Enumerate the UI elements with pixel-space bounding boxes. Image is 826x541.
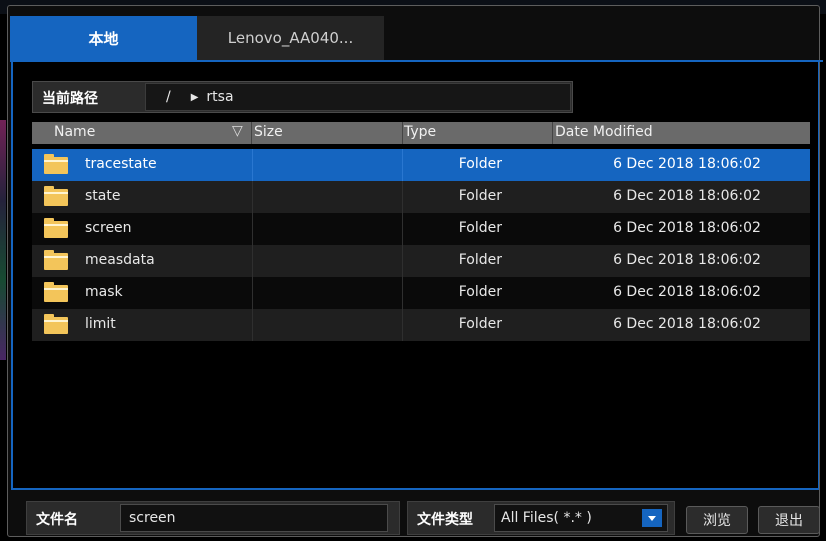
exit-button[interactable]: 退出 — [758, 506, 820, 534]
chevron-down-icon[interactable] — [642, 509, 662, 527]
tab-usb-device[interactable]: Lenovo_AA040... — [197, 16, 384, 60]
column-divider — [402, 122, 403, 144]
row-name: limit — [85, 316, 116, 332]
column-divider — [252, 309, 253, 341]
row-type: Folder — [458, 252, 502, 268]
column-divider — [252, 277, 253, 309]
column-divider — [252, 245, 253, 277]
row-type: Folder — [458, 316, 502, 332]
folder-icon — [44, 314, 68, 334]
tab-bar: 本地 Lenovo_AA040... — [10, 16, 384, 60]
column-divider — [251, 122, 252, 144]
folder-icon — [44, 250, 68, 270]
folder-icon — [44, 186, 68, 206]
column-divider — [402, 213, 403, 245]
path-root-separator[interactable]: / — [166, 89, 171, 105]
column-header-type[interactable]: Type — [404, 124, 436, 140]
column-divider — [252, 213, 253, 245]
row-type: Folder — [458, 220, 502, 236]
folder-icon — [44, 218, 68, 238]
filetype-bar: 文件类型 All Files( *.* ) — [407, 501, 675, 535]
folder-icon — [44, 154, 68, 174]
row-name: mask — [85, 284, 123, 300]
filename-label: 文件名 — [36, 512, 78, 528]
row-type: Folder — [458, 284, 502, 300]
browse-button[interactable]: 浏览 — [686, 506, 748, 534]
row-date: 6 Dec 2018 18:06:02 — [613, 316, 761, 332]
table-row[interactable]: screen Folder 6 Dec 2018 18:06:02 — [32, 213, 810, 245]
table-row[interactable]: tracestate Folder 6 Dec 2018 18:06:02 — [32, 149, 810, 181]
row-name: measdata — [85, 252, 155, 268]
filename-input[interactable]: screen — [120, 504, 388, 532]
path-bar: 当前路径 / ▶ rtsa — [32, 81, 573, 113]
column-header-date[interactable]: Date Modified — [555, 124, 653, 140]
column-divider — [552, 122, 553, 144]
row-name: tracestate — [85, 156, 157, 172]
table-row[interactable]: measdata Folder 6 Dec 2018 18:06:02 — [32, 245, 810, 277]
table-row[interactable]: limit Folder 6 Dec 2018 18:06:02 — [32, 309, 810, 341]
folder-icon — [44, 282, 68, 302]
row-date: 6 Dec 2018 18:06:02 — [613, 188, 761, 204]
sort-descending-icon[interactable]: ▽ — [232, 123, 243, 139]
table-header: Name ▽ Size Type Date Modified — [32, 122, 810, 144]
row-name: state — [85, 188, 121, 204]
background-trace-edge — [0, 120, 6, 360]
column-divider — [402, 181, 403, 213]
filename-bar: 文件名 screen — [26, 501, 400, 535]
column-divider — [252, 181, 253, 213]
column-divider — [252, 149, 253, 181]
tab-local[interactable]: 本地 — [10, 16, 197, 60]
path-label: 当前路径 — [42, 91, 98, 107]
column-divider — [402, 245, 403, 277]
filetype-value: All Files( *.* ) — [501, 510, 592, 526]
row-date: 6 Dec 2018 18:06:02 — [613, 220, 761, 236]
row-date: 6 Dec 2018 18:06:02 — [613, 252, 761, 268]
column-header-name[interactable]: Name — [54, 124, 95, 140]
file-list: tracestate Folder 6 Dec 2018 18:06:02 st… — [32, 149, 810, 341]
row-date: 6 Dec 2018 18:06:02 — [613, 284, 761, 300]
row-type: Folder — [458, 156, 502, 172]
table-row[interactable]: mask Folder 6 Dec 2018 18:06:02 — [32, 277, 810, 309]
row-type: Folder — [458, 188, 502, 204]
column-divider — [402, 309, 403, 341]
filetype-label: 文件类型 — [417, 512, 473, 528]
path-current-dir[interactable]: rtsa — [206, 89, 233, 105]
column-divider — [402, 149, 403, 181]
row-date: 6 Dec 2018 18:06:02 — [613, 156, 761, 172]
path-field[interactable]: / ▶ rtsa — [145, 83, 571, 111]
column-header-size[interactable]: Size — [254, 124, 283, 140]
filetype-select[interactable]: All Files( *.* ) — [494, 504, 668, 532]
column-divider — [402, 277, 403, 309]
path-arrow-icon: ▶ — [190, 91, 199, 103]
row-name: screen — [85, 220, 132, 236]
table-row[interactable]: state Folder 6 Dec 2018 18:06:02 — [32, 181, 810, 213]
